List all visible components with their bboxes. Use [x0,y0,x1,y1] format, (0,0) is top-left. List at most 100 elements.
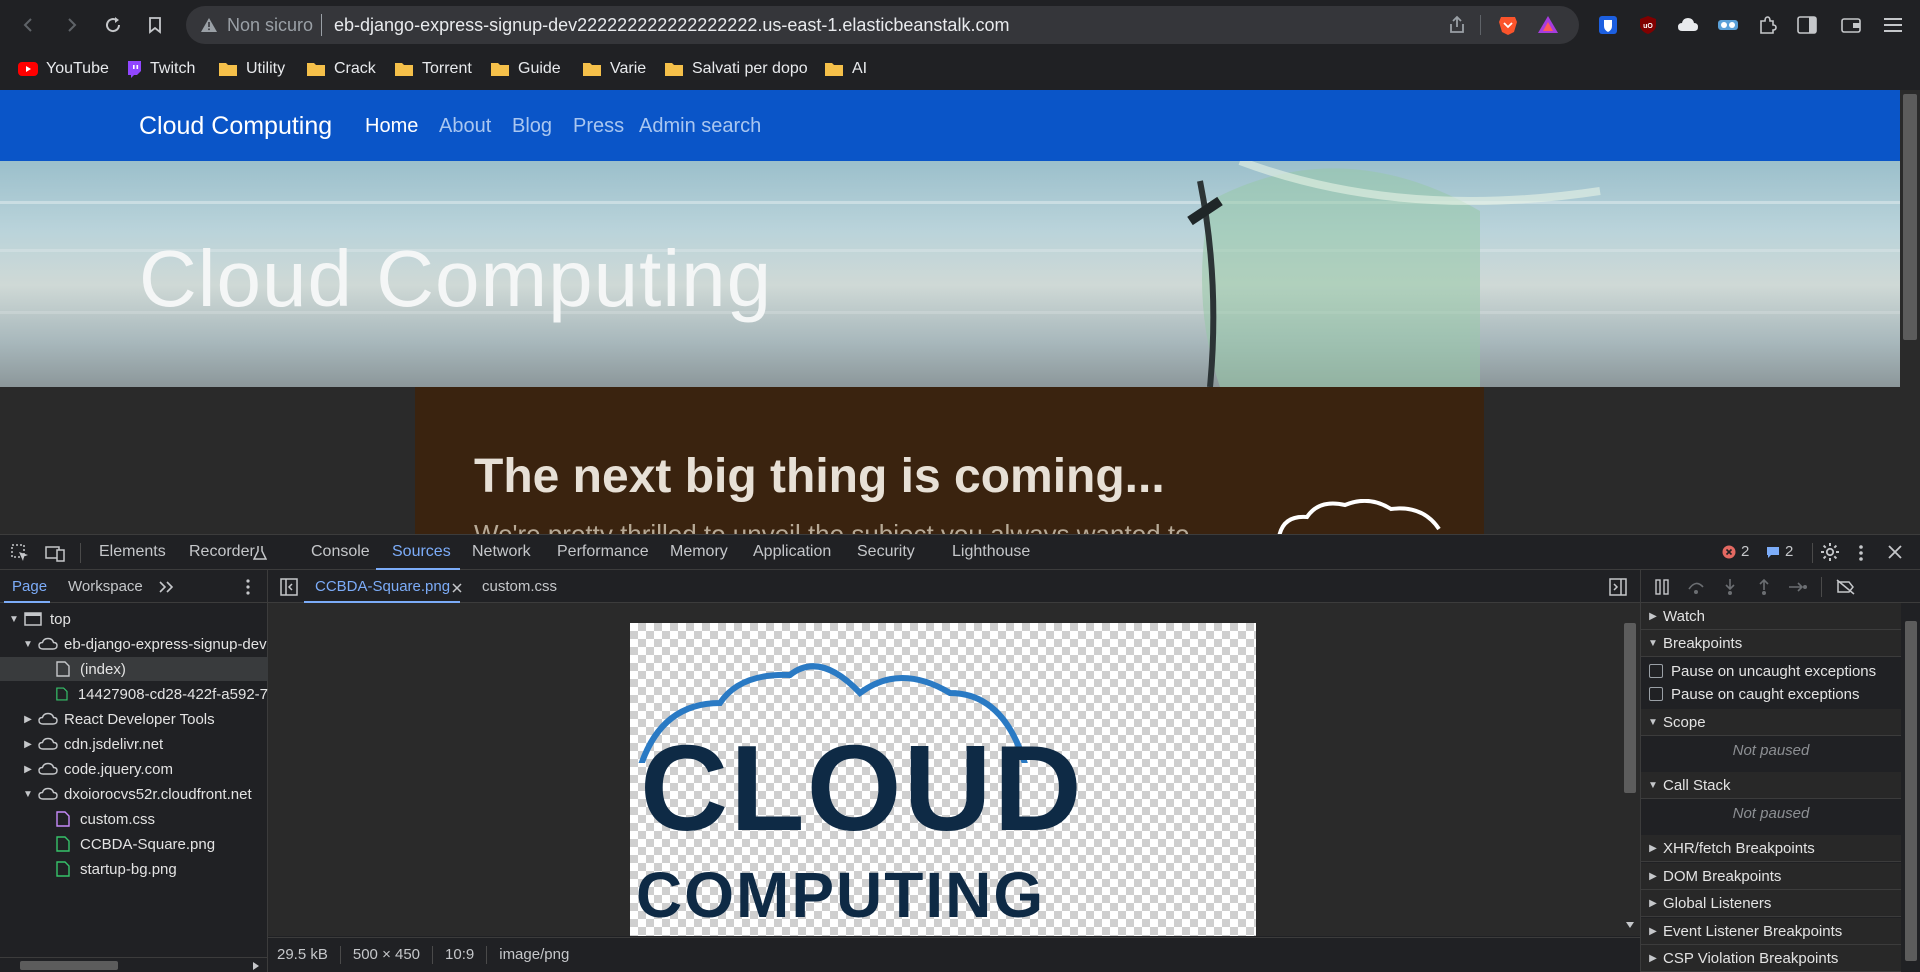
scroll-down-icon[interactable] [1625,921,1635,929]
editor-scrollbar[interactable] [1620,603,1640,936]
address-bar[interactable]: Non sicuro eb-django-express-signup-dev2… [186,6,1579,44]
section-watch[interactable]: ▶ Watch [1641,603,1901,630]
tab-sources[interactable]: Sources [392,543,451,561]
step-over-button[interactable] [1685,576,1707,598]
bookmark-crack[interactable]: Crack [306,57,376,81]
tab-workspace[interactable]: Workspace [68,578,143,595]
tree-item-script[interactable]: 14427908-cd28-422f-a592-7 [0,682,268,706]
tree-item-index[interactable]: (index) [0,657,268,681]
message-counter[interactable]: 2 [1766,543,1793,560]
scrollbar-thumb[interactable] [1903,94,1917,340]
site-brand[interactable]: Cloud Computing [139,112,332,141]
pause-uncaught-checkbox[interactable]: Pause on uncaught exceptions [1649,660,1899,682]
security-label[interactable]: Non sicuro [227,15,313,36]
bookmark-youtube[interactable]: YouTube [18,57,109,81]
section-scope[interactable]: ▼ Scope [1641,709,1901,736]
tab-memory[interactable]: Memory [670,543,728,561]
section-csp-violation-breakpoints[interactable]: ▶ CSP Violation Breakpoints [1641,945,1901,972]
bookmark-button[interactable] [142,12,168,38]
checkbox-box[interactable] [1649,687,1663,701]
step-into-button[interactable] [1719,576,1741,598]
section-global-listeners[interactable]: ▶ Global Listeners [1641,890,1901,917]
pause-caught-checkbox[interactable]: Pause on caught exceptions [1649,683,1899,705]
tree-item-cloudfront[interactable]: ▼ dxoiorocvs52r.cloudfront.net [0,782,268,806]
extension-glasses[interactable] [1715,12,1741,38]
tab-page[interactable]: Page [12,578,47,595]
share-icon[interactable] [1447,15,1467,35]
url-text[interactable]: eb-django-express-signup-dev222222222222… [334,15,1009,36]
editor-tab-ccbda-png[interactable]: CCBDA-Square.png [315,578,450,595]
bookmark-salvati[interactable]: Salvati per dopo [664,57,808,81]
bookmark-utility[interactable]: Utility [218,57,285,81]
kebab-menu-icon[interactable] [1857,543,1865,563]
inspect-icon[interactable] [11,544,29,562]
tab-lighthouse[interactable]: Lighthouse [952,543,1030,561]
tree-item-startup-bg[interactable]: startup-bg.png [0,857,268,881]
deactivate-breakpoints-button[interactable] [1835,576,1857,598]
extension-bitwarden[interactable] [1595,12,1621,38]
tree-item-custom-css[interactable]: custom.css [0,807,268,831]
nav-blog[interactable]: Blog [512,115,552,138]
nav-admin-search[interactable]: Admin search [639,115,761,138]
nav-press[interactable]: Press [573,115,624,138]
bookmark-ai[interactable]: AI [824,57,867,81]
step-out-button[interactable] [1753,576,1775,598]
tab-recorder[interactable]: Recorder [189,543,255,561]
brave-rewards-icon[interactable] [1537,14,1559,36]
section-event-listener-breakpoints[interactable]: ▶ Event Listener Breakpoints [1641,918,1901,945]
tree-item-jquery[interactable]: ▶ code.jquery.com [0,757,268,781]
pause-button[interactable] [1651,576,1673,598]
close-icon[interactable] [1888,545,1902,559]
bookmark-guide[interactable]: Guide [490,57,561,81]
scrollbar-thumb[interactable] [1624,623,1636,793]
toggle-navigator-icon[interactable] [280,578,298,596]
extensions-button[interactable] [1754,12,1780,38]
tab-console[interactable]: Console [311,543,370,561]
wallet-button[interactable] [1838,12,1864,38]
section-xhr-breakpoints[interactable]: ▶ XHR/fetch Breakpoints [1641,835,1901,862]
step-button[interactable] [1787,576,1809,598]
debugger-scrollbar[interactable] [1901,603,1920,972]
bookmark-varie[interactable]: Varie [582,57,646,81]
tab-network[interactable]: Network [472,543,531,561]
tab-application[interactable]: Application [753,543,831,561]
extension-cloud[interactable] [1675,12,1701,38]
bookmark-twitch[interactable]: Twitch [126,57,195,81]
chevron-double-right-icon[interactable] [158,580,174,594]
forward-button[interactable] [58,12,84,38]
tree-item-top[interactable]: ▼ top [0,607,268,631]
tab-elements[interactable]: Elements [99,543,166,561]
kebab-menu-icon[interactable] [244,578,252,596]
section-label: Global Listeners [1663,894,1772,912]
tree-item-jsdelivr[interactable]: ▶ cdn.jsdelivr.net [0,732,268,756]
tab-security[interactable]: Security [857,543,915,561]
device-toolbar-icon[interactable] [45,544,65,562]
brave-lion-icon[interactable] [1497,14,1519,36]
editor-tab-custom-css[interactable]: custom.css [482,578,557,595]
gear-icon[interactable] [1820,542,1840,562]
checkbox-box[interactable] [1649,664,1663,678]
section-dom-breakpoints[interactable]: ▶ DOM Breakpoints [1641,863,1901,890]
extension-ublock[interactable]: uO [1635,12,1661,38]
menu-button[interactable] [1880,12,1906,38]
tree-item-react[interactable]: ▶ React Developer Tools [0,707,268,731]
tree-item-ccbda-png[interactable]: CCBDA-Square.png [0,832,268,856]
nav-about[interactable]: About [439,115,491,138]
scroll-right-icon[interactable] [252,961,260,971]
section-breakpoints[interactable]: ▼ Breakpoints [1641,630,1901,657]
tab-performance[interactable]: Performance [557,543,649,561]
back-button[interactable] [16,12,42,38]
bookmark-torrent[interactable]: Torrent [394,57,472,81]
scrollbar-thumb[interactable] [1905,621,1917,961]
navigator-hscrollbar[interactable] [0,957,268,972]
toggle-debugger-icon[interactable] [1609,578,1627,596]
close-tab-icon[interactable] [452,583,462,593]
nav-home[interactable]: Home [365,115,418,138]
error-counter[interactable]: 2 [1722,543,1749,560]
scrollbar-thumb[interactable] [20,961,118,970]
tree-item-origin[interactable]: ▼ eb-django-express-signup-dev [0,632,268,656]
section-call-stack[interactable]: ▼ Call Stack [1641,772,1901,799]
page-scrollbar[interactable] [1900,90,1920,534]
sidebar-button[interactable] [1794,12,1820,38]
reload-button[interactable] [100,12,126,38]
